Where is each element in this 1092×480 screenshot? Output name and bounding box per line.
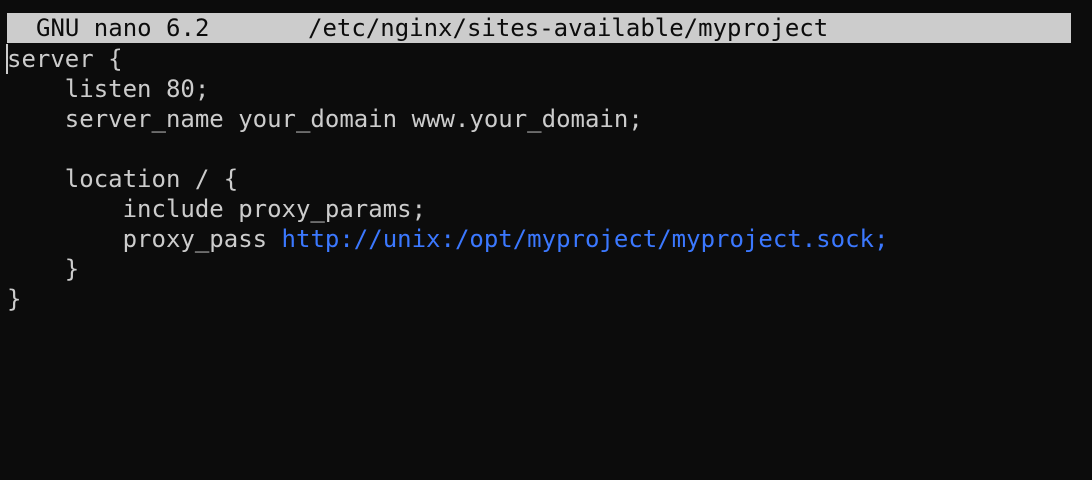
code-line: } bbox=[7, 254, 1087, 284]
code-line-text: include proxy_params; bbox=[122, 195, 427, 223]
nano-version-label: GNU nano 6.2 bbox=[36, 14, 210, 42]
code-line: location / { bbox=[7, 164, 1087, 194]
code-line-text: server { bbox=[7, 45, 123, 73]
editor-text-area[interactable]: server { listen 80; server_name your_dom… bbox=[7, 44, 1087, 464]
file-path-label: /etc/nginx/sites-available/myproject bbox=[308, 14, 829, 42]
code-line-text: location / { bbox=[64, 165, 239, 193]
code-line: server_name your_domain www.your_domain; bbox=[7, 104, 1087, 134]
code-line: server { bbox=[7, 44, 1087, 74]
terminal-window[interactable]: GNU nano 6.2 /etc/nginx/sites-available/… bbox=[0, 0, 1092, 480]
code-line-text: } bbox=[64, 255, 80, 283]
code-line: listen 80; bbox=[7, 74, 1087, 104]
nano-title-bar: GNU nano 6.2 /etc/nginx/sites-available/… bbox=[7, 13, 1071, 43]
code-line-text: server_name your_domain www.your_domain; bbox=[64, 105, 643, 133]
code-line: } bbox=[7, 284, 1087, 314]
code-line-text: proxy_pass bbox=[122, 225, 268, 253]
code-line-text: } bbox=[7, 285, 22, 313]
code-line: include proxy_params; bbox=[7, 194, 1087, 224]
socket-url: http://unix:/opt/myproject/myproject.soc… bbox=[281, 225, 889, 253]
code-line: proxy_pass http://unix:/opt/myproject/my… bbox=[7, 224, 1087, 254]
code-line-text: listen 80; bbox=[64, 75, 210, 103]
